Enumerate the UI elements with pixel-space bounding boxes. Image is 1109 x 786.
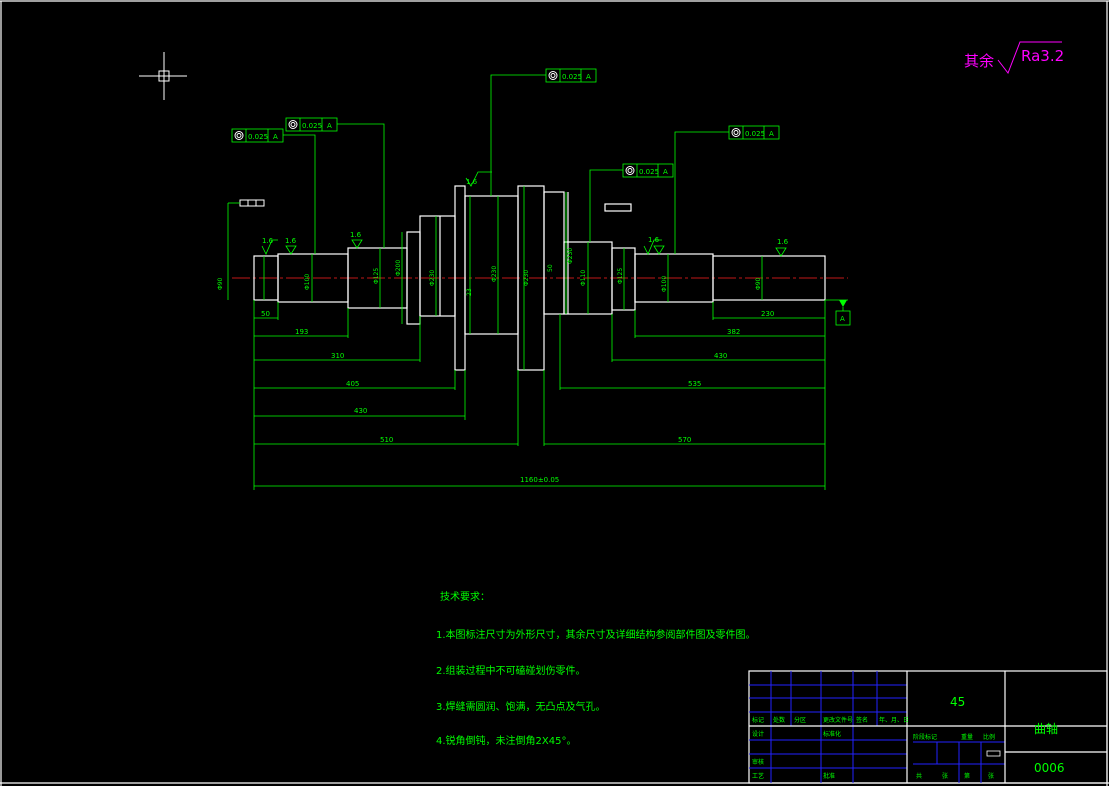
tb-part-name: 曲轴: [1034, 721, 1058, 736]
tb-header-change: 更改文件号: [823, 716, 853, 724]
svg-text:0.025: 0.025: [302, 122, 322, 130]
svg-text:A: A: [586, 73, 591, 81]
diameter-d5: Φ230: [429, 270, 436, 286]
tb-sheet-unit1: 张: [942, 772, 948, 780]
diameter-d6: Φ230: [491, 266, 498, 282]
tb-header-zone: 分区: [794, 716, 806, 724]
diameter-d13: Φ100: [661, 276, 668, 292]
tb-header-date: 年、月、日: [879, 716, 909, 724]
tb-header-sign: 签名: [856, 716, 868, 724]
cad-drawing: 其余 Ra3.2 Φ90 Φ100 Φ125 Φ200 Φ230 23 Φ230…: [0, 0, 1109, 786]
tb-row-design: 设计: [752, 730, 764, 738]
roughness-mark: 1.6: [350, 231, 363, 249]
diameter-d11: Φ110: [580, 270, 587, 286]
diameter-d4: Φ200: [395, 260, 402, 276]
dim-230: 230: [761, 310, 774, 318]
diameter-d3: Φ125: [373, 268, 380, 284]
diameter-d12: Φ125: [617, 268, 624, 284]
tb-sheet-no: 第: [964, 772, 970, 780]
roughness-mark: 1.6: [465, 171, 492, 187]
svg-text:A: A: [273, 133, 278, 141]
tolerance-frame: 0.025 A: [589, 163, 674, 242]
cursor-crosshair-icon: [139, 52, 187, 100]
technical-notes: 技术要求： 1.本图标注尺寸为外形尺寸，其余尺寸及详细结构参阅部件图及零件图。 …: [436, 590, 756, 747]
dim-405: 405: [346, 380, 359, 388]
tb-row-standard: 标准化: [823, 730, 841, 738]
diameter-d14: Φ90: [755, 277, 762, 290]
surface-finish-note: 其余 Ra3.2: [964, 41, 1064, 75]
tb-header-mark: 标记: [752, 716, 764, 724]
dim-535: 535: [688, 380, 701, 388]
dim-510: 510: [380, 436, 393, 444]
svg-text:1.6: 1.6: [262, 237, 274, 245]
svg-text:0.025: 0.025: [248, 133, 268, 141]
dim-382: 382: [727, 328, 740, 336]
notes-title: 技术要求：: [440, 590, 490, 603]
keyway-symbol-icon: [227, 199, 265, 300]
svg-text:0.025: 0.025: [639, 168, 659, 176]
roughness-mark: 1.6: [643, 236, 662, 255]
note-item: 2.组装过程中不可磕碰划伤零件。: [436, 664, 586, 677]
dim-430r: 430: [714, 352, 727, 360]
dimension-lines: 50 193 310 405 430 510 230 382 430 535 5…: [254, 310, 825, 487]
tolerance-frame: 0.025 A: [231, 128, 316, 254]
note-item: 1.本图标注尺寸为外形尺寸，其余尺寸及详细结构参阅部件图及零件图。: [436, 628, 756, 641]
surface-finish-prefix: 其余: [964, 52, 994, 70]
tolerance-frame: 0.025 A: [285, 117, 385, 248]
roughness-mark: 1.6: [261, 237, 278, 255]
datum-label: A: [840, 315, 845, 323]
tb-weight: 重量: [961, 733, 973, 741]
svg-text:1.6: 1.6: [648, 236, 660, 244]
diameter-d2: Φ100: [304, 274, 311, 290]
tb-drawing-no: 0006: [1034, 761, 1065, 775]
dim-570: 570: [678, 436, 691, 444]
tb-scale: 比例: [983, 733, 995, 741]
surface-finish-value: Ra3.2: [1021, 47, 1064, 65]
datum-marker: A: [825, 299, 851, 326]
tb-row-approve: 批准: [823, 772, 835, 780]
roughness-mark: [653, 245, 665, 255]
tb-sheet-total: 共: [916, 772, 922, 780]
note-item: 4.锐角倒钝，未注倒角2X45°。: [436, 734, 576, 747]
tolerance-frame: 0.025 A: [674, 125, 780, 254]
dim-50: 50: [261, 310, 270, 318]
diameter-d10: 50: [547, 264, 554, 272]
tb-material: 45: [950, 695, 965, 709]
svg-text:0.025: 0.025: [562, 73, 582, 81]
tb-header-count: 处数: [773, 716, 785, 724]
tolerance-frames: 0.025 A 0.025 A 0.025 A 0.025 A 0.025 A: [231, 68, 780, 254]
dim-total: 1160±0.05: [520, 476, 559, 484]
dim-430: 430: [354, 407, 367, 415]
svg-text:A: A: [663, 168, 668, 176]
tolerance-frame: 0.025 A: [490, 68, 597, 196]
svg-text:A: A: [769, 130, 774, 138]
diameter-d9: Φ230: [567, 248, 574, 264]
diameter-d1: Φ90: [217, 277, 224, 290]
tb-row-process: 工艺: [752, 772, 764, 780]
diameter-d8: Φ230: [523, 270, 530, 286]
svg-text:A: A: [327, 122, 332, 130]
svg-text:1.6: 1.6: [466, 178, 478, 186]
svg-text:1.6: 1.6: [350, 231, 362, 239]
title-block: 标记 处数 分区 更改文件号 签名 年、月、日 设计 标准化 审核 工艺 批准 …: [748, 670, 1108, 784]
tb-sheet-unit2: 张: [988, 772, 994, 780]
roughness-marks: 1.6 1.6 1.6 1.6 1.6 1.6: [261, 171, 789, 257]
roughness-mark: 1.6: [285, 237, 297, 255]
roughness-mark: 1.6: [775, 238, 789, 257]
svg-text:0.025: 0.025: [745, 130, 765, 138]
tb-row-review: 审核: [752, 758, 764, 766]
tb-scale-box: [986, 750, 1001, 757]
svg-text:1.6: 1.6: [777, 238, 789, 246]
note-item: 3.焊缝需圆润、饱满，无凸点及气孔。: [436, 700, 606, 713]
dim-310: 310: [331, 352, 344, 360]
diameter-d7: 23: [466, 288, 473, 296]
svg-text:1.6: 1.6: [285, 237, 297, 245]
dim-193: 193: [295, 328, 308, 336]
tb-stage: 阶段标记: [913, 733, 937, 741]
